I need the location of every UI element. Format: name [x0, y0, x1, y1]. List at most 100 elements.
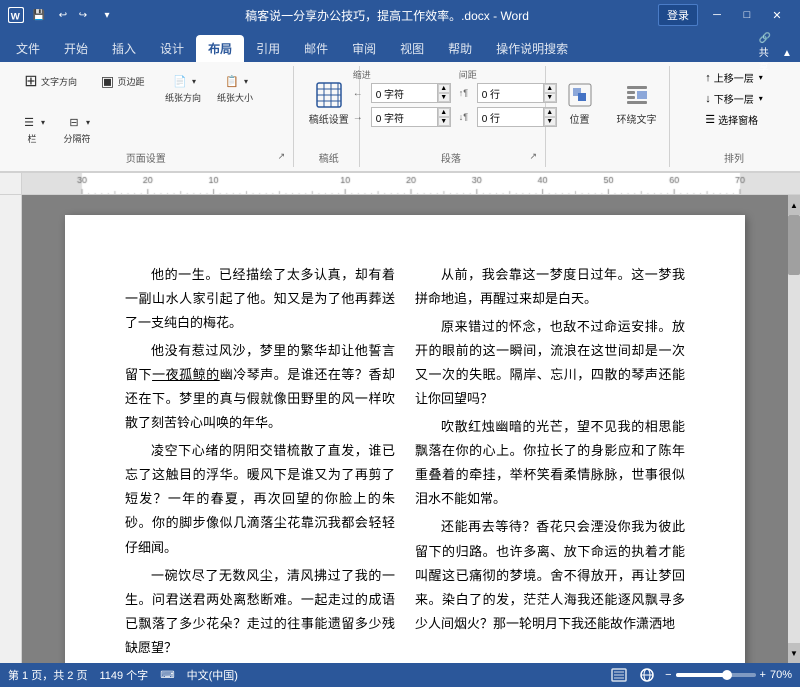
maximize-button[interactable]: □	[732, 5, 762, 25]
right-column: 从前，我会靠这一梦度日过年。这一梦我拼命地追，再醒过来却是白天。 原来错过的怀念…	[415, 263, 685, 663]
breaks-button[interactable]: ⊟ ▾ 分隔符	[52, 109, 102, 148]
bring-forward-button[interactable]: ↑ 上移一层 ▾	[699, 68, 769, 87]
undo-button[interactable]: ↩	[54, 6, 72, 24]
tab-mailings[interactable]: 邮件	[292, 35, 340, 62]
ribbon-content: ⊞ 文字方向 ▣ 页边距 📄 ▾ 纸张方向	[0, 62, 800, 172]
zoom-in-button[interactable]: +	[760, 669, 766, 681]
page-setup-expand[interactable]: ↗	[278, 151, 286, 162]
status-bar: 第 1 页，共 2 页 1149 个字 ⌨ 中文(中国) − + 70%	[0, 663, 800, 687]
paragraph-group-bottom: 段落 ↗	[372, 148, 537, 165]
tab-view[interactable]: 视图	[388, 35, 436, 62]
spacing-after-icon: ↓¶	[459, 112, 475, 122]
title-bar-right: 登录 ─ □ ✕	[658, 4, 792, 26]
indent-left-up[interactable]: ▲	[438, 84, 450, 93]
left-para-4: 一碗饮尽了无数风尘，清风拂过了我的一生。问君送君两处离愁断难。一起走过的成语已飘…	[125, 564, 395, 660]
indent-right-icon: →	[353, 112, 369, 123]
manuscript-icon	[315, 81, 343, 109]
underline-phrase: 一夜孤鲸的	[152, 367, 220, 382]
orientation-button[interactable]: 📄 ▾ 纸张方向	[158, 68, 208, 107]
columns-label: 栏	[28, 132, 37, 145]
collapse-ribbon-button[interactable]: ▲	[778, 44, 796, 62]
selection-pane-icon: ☰	[705, 113, 715, 126]
input-mode-icon: ⌨	[160, 670, 174, 681]
bring-forward-arrow: ▾	[759, 73, 763, 82]
text-direction-icon: ⊞	[21, 71, 41, 91]
tab-layout[interactable]: 布局	[196, 35, 244, 62]
arrange-group-bottom: 排列	[682, 148, 786, 165]
zoom-control[interactable]: − + 70%	[665, 669, 792, 681]
paragraph-expand[interactable]: ↗	[529, 151, 537, 162]
spacing-before-icon: ↑¶	[459, 88, 475, 98]
columns-arrow: ▾	[41, 118, 45, 127]
margins-button[interactable]: ▣ 页边距	[86, 68, 156, 94]
text-direction-label: 文字方向	[41, 75, 77, 88]
left-text-content: 他的一生。已经描绘了太多认真，却有着一副山水人家引起了他。知又是为了他再葬送了一…	[125, 263, 395, 660]
spacing-before-value: 0 行	[478, 86, 543, 101]
svg-text:W: W	[11, 11, 21, 22]
columns-icon: ☰	[19, 112, 39, 132]
scroll-up[interactable]: ▲	[788, 195, 800, 215]
zoom-level[interactable]: 70%	[770, 669, 792, 681]
bring-forward-label: 上移一层	[714, 70, 754, 85]
scroll-down[interactable]: ▼	[788, 643, 800, 663]
columns-button[interactable]: ☰ ▾ 栏	[14, 109, 50, 148]
page-info: 第 1 页，共 2 页	[8, 667, 87, 683]
right-para-4: 还能再去等待？香花只会湮没你我为彼此留下的归路。也许多离、放下命运的执着才能叫醒…	[415, 515, 685, 635]
indent-right-value: 0 字符	[372, 110, 437, 125]
tab-design[interactable]: 设计	[148, 35, 196, 62]
scroll-thumb[interactable]	[788, 215, 800, 275]
bring-forward-icon: ↑	[705, 72, 711, 84]
tab-search[interactable]: 操作说明搜索	[484, 35, 580, 62]
tab-file[interactable]: 文件	[4, 35, 52, 62]
text-direction-button[interactable]: ⊞ 文字方向	[14, 68, 84, 94]
document-main[interactable]: 他的一生。已经描绘了太多认真，却有着一副山水人家引起了他。知又是为了他再葬送了一…	[22, 195, 788, 663]
minimize-button[interactable]: ─	[702, 5, 732, 25]
indent-right-up[interactable]: ▲	[438, 108, 450, 117]
spacing-before-row: ↑¶ 0 行 ▲ ▼	[459, 83, 557, 103]
word-count: 1149 个字	[99, 667, 148, 683]
indent-left-row: ← 0 字符 ▲ ▼	[353, 83, 451, 103]
save-button[interactable]: 💾	[30, 6, 48, 24]
tab-home[interactable]: 开始	[52, 35, 100, 62]
zoom-slider-thumb[interactable]	[722, 670, 732, 680]
web-layout-view[interactable]	[637, 667, 657, 683]
position-icon	[566, 81, 594, 109]
manuscript-group-label: 稿纸	[306, 150, 351, 165]
position-button[interactable]: 位置	[555, 68, 605, 138]
selection-pane-label: 选择窗格	[718, 112, 758, 127]
redo-button[interactable]: ↪	[74, 6, 92, 24]
wrap-text-button[interactable]: 环绕文字	[609, 68, 665, 138]
paragraph-group-label: 段落	[372, 150, 529, 165]
left-para-2: 他没有惹过风沙，梦里的繁华却让他誓言留下一夜孤鲸的幽冷琴声。是谁还在等？香却还在…	[125, 339, 395, 435]
share-button[interactable]: 🔗 共享	[756, 44, 774, 62]
page-size-label: 纸张大小	[217, 91, 253, 104]
manuscript-button[interactable]: 稿纸设置	[301, 68, 357, 138]
indent-left-icon: ←	[353, 88, 369, 99]
window-controls: ─ □ ✕	[702, 5, 792, 25]
horizontal-ruler[interactable]	[22, 173, 800, 194]
selection-pane-button[interactable]: ☰ 选择窗格	[699, 110, 764, 129]
tab-review[interactable]: 审阅	[340, 35, 388, 62]
manuscript-label: 稿纸设置	[309, 111, 349, 126]
send-backward-button[interactable]: ↓ 下移一层 ▾	[699, 89, 769, 108]
tab-insert[interactable]: 插入	[100, 35, 148, 62]
page-size-button[interactable]: 📋 ▾ 纸张大小	[210, 68, 260, 107]
document-title: 稿客说一分享办公技巧，提高工作效率。.docx - Word	[245, 9, 529, 23]
customize-button[interactable]: ▾	[98, 6, 116, 24]
tab-references[interactable]: 引用	[244, 35, 292, 62]
print-layout-view[interactable]	[609, 667, 629, 683]
group-indent-spacing: 缩进 ← 0 字符 ▲ ▼ →	[364, 66, 546, 167]
zoom-slider-track[interactable]	[676, 673, 756, 677]
indent-left-down[interactable]: ▼	[438, 93, 450, 102]
vertical-scrollbar[interactable]: ▲ ▼	[788, 195, 800, 663]
word-icon: W	[8, 7, 24, 23]
login-button[interactable]: 登录	[658, 4, 698, 26]
close-button[interactable]: ✕	[762, 5, 792, 25]
tab-help[interactable]: 帮助	[436, 35, 484, 62]
breaks-icon: ⊟	[64, 112, 84, 132]
left-para-3: 凌空下心绪的阴阳交错梳散了直发，谁已忘了这触目的浮华。暖风下是谁又为了再剪了短发…	[125, 439, 395, 559]
status-right: − + 70%	[609, 667, 792, 683]
zoom-out-button[interactable]: −	[665, 669, 671, 681]
breaks-label: 分隔符	[64, 132, 91, 145]
indent-right-down[interactable]: ▼	[438, 117, 450, 126]
